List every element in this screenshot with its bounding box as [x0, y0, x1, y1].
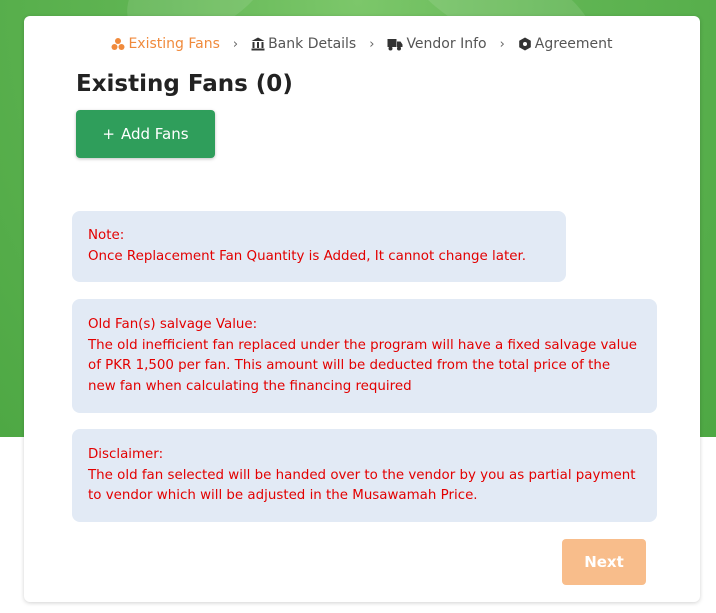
fans-icon [111, 38, 125, 50]
bank-icon [251, 37, 265, 51]
add-fans-button[interactable]: + Add Fans [76, 110, 215, 158]
stepper: Existing Fans › Bank Details › Vendor In… [24, 36, 700, 52]
step-label: Agreement [534, 36, 613, 52]
disclaimer-body: The old fan selected will be handed over… [88, 467, 636, 504]
salvage-body: The old inefficient fan replaced under t… [88, 337, 638, 394]
note-box: Note: Once Replacement Fan Quantity is A… [72, 211, 566, 282]
chevron-right-icon: › [232, 36, 239, 52]
disclaimer-heading: Disclaimer: [88, 447, 164, 462]
truck-icon [387, 39, 403, 51]
chevron-right-icon: › [369, 36, 375, 52]
step-label: Vendor Info [406, 36, 487, 52]
salvage-heading: Old Fan(s) salvage Value: [88, 317, 258, 332]
form-card: Existing Fans › Bank Details › Vendor In… [24, 16, 700, 602]
step-bank-details[interactable]: Bank Details [251, 36, 356, 52]
chevron-right-icon: › [499, 36, 505, 52]
add-fans-label: Add Fans [121, 125, 189, 143]
plus-icon: + [102, 125, 115, 143]
next-button[interactable]: Next [562, 539, 646, 585]
step-vendor-info[interactable]: Vendor Info [387, 36, 487, 52]
hexagon-icon [518, 37, 531, 51]
note-body: Once Replacement Fan Quantity is Added, … [88, 248, 526, 264]
step-label: Existing Fans [128, 36, 220, 52]
step-existing-fans[interactable]: Existing Fans [111, 36, 220, 52]
salvage-value-box: Old Fan(s) salvage Value: The old ineffi… [72, 299, 657, 413]
step-label: Bank Details [268, 36, 357, 52]
note-heading: Note: [88, 228, 125, 243]
disclaimer-box: Disclaimer: The old fan selected will be… [72, 429, 657, 522]
step-agreement[interactable]: Agreement [518, 36, 613, 52]
page-title: Existing Fans (0) [76, 71, 293, 97]
